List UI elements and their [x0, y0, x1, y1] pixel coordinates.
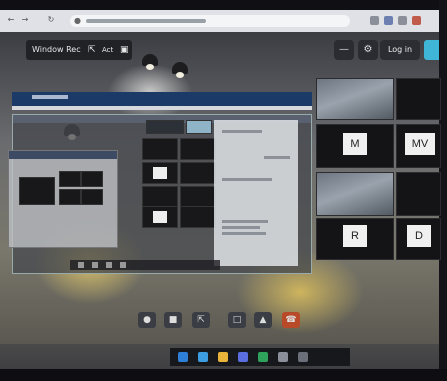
video-tile — [142, 138, 178, 160]
login-button[interactable]: Log in — [380, 40, 420, 60]
act-label[interactable]: Act — [102, 40, 113, 60]
app-icon[interactable] — [258, 352, 268, 362]
ceiling-lamp — [142, 54, 158, 70]
nested-meeting-window — [8, 150, 118, 248]
browser-toolbar: ← → ↻ ● — [0, 10, 439, 32]
shared-toolbar-button[interactable] — [186, 120, 212, 134]
app-icon[interactable] — [298, 352, 308, 362]
video-tile — [180, 138, 216, 160]
gear-icon[interactable]: ⚙ — [358, 40, 378, 60]
participant-tile: M — [316, 124, 394, 168]
extension-icon[interactable] — [398, 16, 407, 25]
participant-tile — [396, 172, 441, 216]
video-tile — [142, 186, 178, 208]
monitor-bezel-top — [0, 0, 447, 10]
video-tile — [180, 186, 216, 208]
reload-icon[interactable]: ↻ — [46, 15, 56, 25]
back-icon[interactable]: ← — [6, 15, 16, 25]
shared-dock — [70, 260, 220, 270]
ceiling-lamp — [172, 62, 188, 78]
phone-hangup-icon[interactable]: ☎ — [282, 312, 300, 328]
app-icon[interactable] — [238, 352, 248, 362]
app-icon[interactable] — [278, 352, 288, 362]
chat-line — [222, 130, 262, 133]
monitor-photo: ← → ↻ ● Window Rec ⇱ Act ▣ — ⚙ Log in M … — [0, 0, 447, 381]
forward-icon[interactable]: → — [20, 15, 30, 25]
participant-tile: MV — [396, 124, 441, 168]
extension-icon[interactable] — [370, 16, 379, 25]
window-rec-label: Window Rec — [32, 45, 81, 54]
chat-line — [222, 220, 268, 223]
chat-line — [222, 178, 272, 181]
dock-icon[interactable] — [106, 262, 112, 268]
extension-icon[interactable] — [384, 16, 393, 25]
chat-panel — [214, 120, 298, 266]
caption-text — [32, 95, 68, 99]
primary-action-button[interactable] — [424, 40, 439, 60]
dock-icon[interactable] — [92, 262, 98, 268]
participants-icon[interactable]: ▲ — [254, 312, 272, 328]
video-tile — [19, 177, 55, 205]
expand-icon[interactable]: ▣ — [120, 40, 129, 60]
avatar — [153, 211, 167, 223]
avatar — [153, 167, 167, 179]
video-tile — [81, 171, 103, 187]
address-bar[interactable]: ● — [70, 15, 350, 27]
share-screen-icon[interactable]: ⇱ — [192, 312, 210, 328]
video-tile — [81, 189, 103, 205]
avatar: M — [343, 133, 367, 155]
dock-icon[interactable] — [120, 262, 126, 268]
dock-icon[interactable] — [78, 262, 84, 268]
video-tile — [142, 206, 178, 228]
microphone-icon[interactable]: ● — [138, 312, 156, 328]
profile-icon[interactable] — [412, 16, 421, 25]
nested-window-header — [9, 151, 117, 159]
video-tile — [59, 189, 81, 205]
lock-icon: ● — [74, 16, 81, 25]
chat-line — [222, 226, 260, 229]
monitor-bezel-bottom — [0, 369, 447, 381]
avatar: MV — [405, 133, 435, 155]
app-icon[interactable] — [198, 352, 208, 362]
video-tile — [142, 162, 178, 184]
participant-tile: D — [396, 218, 441, 260]
avatar: D — [407, 225, 431, 247]
chat-icon[interactable]: □ — [228, 312, 246, 328]
participant-tile — [316, 172, 394, 216]
video-tile — [180, 162, 216, 184]
avatar: R — [343, 225, 367, 247]
recording-toolbar: Window Rec ⇱ Act ▣ — [26, 40, 132, 60]
participant-tile — [396, 78, 441, 120]
url-text — [86, 19, 206, 23]
minus-icon[interactable]: — — [334, 40, 354, 60]
caption-bar — [12, 92, 312, 106]
participant-tile: R — [316, 218, 394, 260]
participant-tile — [316, 78, 394, 120]
os-taskbar — [170, 348, 350, 366]
camera-icon[interactable]: ■ — [164, 312, 182, 328]
folder-icon[interactable] — [218, 352, 228, 362]
chat-line — [264, 156, 290, 159]
start-icon[interactable] — [178, 352, 188, 362]
progress-strip — [12, 106, 312, 110]
share-screen-icon[interactable]: ⇱ — [88, 40, 96, 60]
video-tile — [180, 206, 216, 228]
shared-toolbar — [146, 120, 184, 134]
chat-line — [222, 232, 266, 235]
video-tile — [59, 171, 81, 187]
